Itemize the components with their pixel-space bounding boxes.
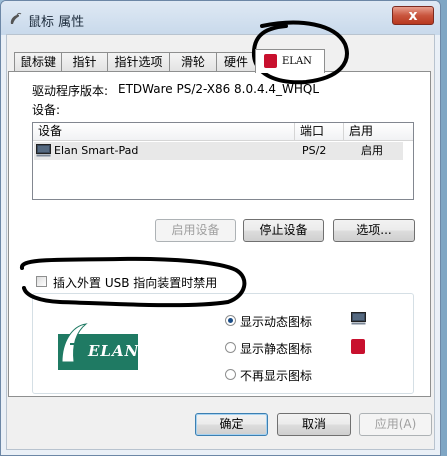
elan-logo: ELAN — [58, 322, 138, 370]
radio-no-icon[interactable] — [225, 369, 236, 380]
device-enabled: 启用 — [361, 144, 383, 157]
driver-version-label: 驱动程序版本: — [32, 84, 109, 98]
radio-static-icon-label: 显示静态图标 — [240, 342, 313, 356]
radio-dynamic-icon[interactable] — [225, 315, 236, 326]
radio-static-icon[interactable] — [225, 342, 236, 353]
elan-icon — [351, 339, 365, 354]
window-title: 鼠标 属性 — [28, 15, 85, 30]
disable-on-usb-checkbox[interactable] — [36, 276, 47, 287]
column-port[interactable]: 端口 — [295, 123, 344, 140]
tab-pointers[interactable]: 指针 — [61, 52, 108, 72]
disable-on-usb-label: 插入外置 USB 指向装置时禁用 — [53, 276, 218, 290]
device-list[interactable]: 设备 端口 启用 Elan Smart-Pad PS/2 启用 — [32, 122, 414, 200]
tab-label: ELAN — [282, 56, 312, 67]
column-device[interactable]: 设备 — [33, 123, 295, 140]
apply-button[interactable]: 应用(A) — [359, 413, 432, 436]
close-button[interactable]: x — [392, 6, 434, 25]
tab-mouse-buttons[interactable]: 鼠标键 — [14, 52, 62, 72]
touchpad-icon — [351, 312, 366, 325]
cancel-button[interactable]: 取消 — [277, 413, 351, 436]
tab-label: 滑轮 — [180, 55, 205, 69]
list-header: 设备 端口 启用 — [33, 123, 413, 141]
tab-label: 鼠标键 — [19, 55, 56, 69]
column-enabled[interactable]: 启用 — [344, 123, 404, 140]
mouse-icon — [10, 12, 22, 24]
enable-device-button[interactable]: 启用设备 — [155, 219, 236, 242]
tab-elan[interactable]: ELAN — [255, 49, 325, 73]
elan-icon — [264, 54, 277, 68]
tab-pointer-options[interactable]: 指针选项 — [107, 52, 170, 72]
tab-label: 指针 — [72, 55, 97, 69]
radio-no-icon-label: 不再显示图标 — [240, 369, 313, 383]
table-row[interactable]: Elan Smart-Pad PS/2 启用 — [34, 142, 403, 160]
radio-dynamic-icon-label: 显示动态图标 — [240, 315, 313, 329]
title-bar[interactable]: 鼠标 属性 x — [1, 1, 440, 35]
ok-button[interactable]: 确定 — [195, 413, 268, 436]
elan-logo-text: ELAN — [88, 342, 140, 360]
tab-label: 指针选项 — [114, 55, 163, 69]
tab-hardware[interactable]: 硬件 — [216, 52, 256, 72]
tab-label: 硬件 — [223, 55, 248, 69]
device-name: Elan Smart-Pad — [54, 144, 139, 157]
device-port: PS/2 — [302, 144, 327, 157]
tab-wheel[interactable]: 滑轮 — [169, 52, 217, 72]
devices-label: 设备: — [32, 103, 61, 117]
disable-device-button[interactable]: 停止设备 — [243, 219, 324, 242]
touchpad-icon — [36, 144, 51, 157]
driver-version-value: ETDWare PS/2-X86 8.0.4.4_WHQL — [118, 82, 320, 96]
options-button[interactable]: 选项... — [333, 219, 415, 242]
